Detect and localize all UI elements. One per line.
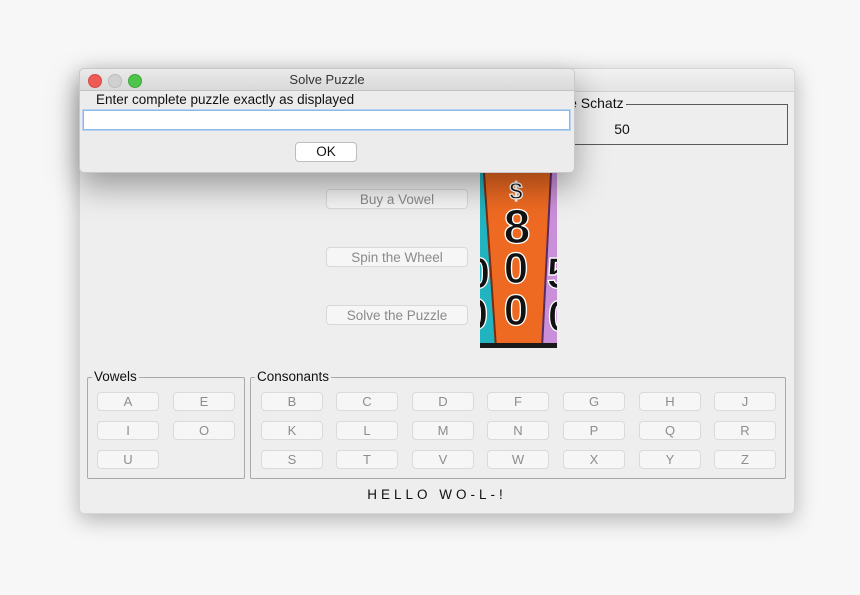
dialog-prompt: Enter complete puzzle exactly as display… xyxy=(96,92,355,107)
consonant-button-q[interactable]: Q xyxy=(639,421,701,440)
vowel-button-i[interactable]: I xyxy=(97,421,159,440)
consonant-button-y[interactable]: Y xyxy=(639,450,701,469)
puzzle-answer-input[interactable] xyxy=(83,110,570,130)
consonant-button-t[interactable]: T xyxy=(336,450,398,469)
consonant-button-m[interactable]: M xyxy=(412,421,474,440)
consonant-button-p[interactable]: P xyxy=(563,421,625,440)
consonant-button-c[interactable]: C xyxy=(336,392,398,411)
consonant-button-g[interactable]: G xyxy=(563,392,625,411)
wheel-segment-graphic: $ 8 0 0 0 0 5 0 xyxy=(480,173,557,348)
consonant-button-b[interactable]: B xyxy=(261,392,323,411)
consonant-button-k[interactable]: K xyxy=(261,421,323,440)
consonant-button-z[interactable]: Z xyxy=(714,450,776,469)
solve-puzzle-dialog: Solve Puzzle Enter complete puzzle exact… xyxy=(79,68,575,173)
consonant-button-d[interactable]: D xyxy=(412,392,474,411)
svg-text:0: 0 xyxy=(480,290,488,339)
svg-text:0: 0 xyxy=(504,286,528,335)
svg-text:0: 0 xyxy=(548,292,557,341)
spin-wheel-button[interactable]: Spin the Wheel xyxy=(326,247,468,267)
consonant-button-r[interactable]: R xyxy=(714,421,776,440)
dialog-titlebar[interactable]: Solve Puzzle xyxy=(80,69,574,91)
wheel-image: $ 8 0 0 0 0 5 0 xyxy=(480,173,557,348)
consonant-button-f[interactable]: F xyxy=(487,392,549,411)
ok-button[interactable]: OK xyxy=(295,142,357,162)
consonant-button-x[interactable]: X xyxy=(563,450,625,469)
dialog-title: Solve Puzzle xyxy=(289,72,365,87)
vowels-legend: Vowels xyxy=(92,369,139,384)
consonant-button-v[interactable]: V xyxy=(412,450,474,469)
consonant-button-h[interactable]: H xyxy=(639,392,701,411)
solve-puzzle-button[interactable]: Solve the Puzzle xyxy=(326,305,468,325)
vowel-button-u[interactable]: U xyxy=(97,450,159,469)
consonants-legend: Consonants xyxy=(255,369,332,384)
consonant-button-l[interactable]: L xyxy=(336,421,398,440)
consonant-button-s[interactable]: S xyxy=(261,450,323,469)
consonant-button-n[interactable]: N xyxy=(487,421,549,440)
vowel-button-o[interactable]: O xyxy=(173,421,235,440)
consonant-button-j[interactable]: J xyxy=(714,392,776,411)
vowel-button-a[interactable]: A xyxy=(97,392,159,411)
consonant-button-w[interactable]: W xyxy=(487,450,549,469)
svg-text:5: 5 xyxy=(547,249,557,298)
puzzle-display: HELLO WO-L-! xyxy=(367,487,507,502)
vowel-button-e[interactable]: E xyxy=(173,392,235,411)
buy-vowel-button[interactable]: Buy a Vowel xyxy=(326,189,468,209)
